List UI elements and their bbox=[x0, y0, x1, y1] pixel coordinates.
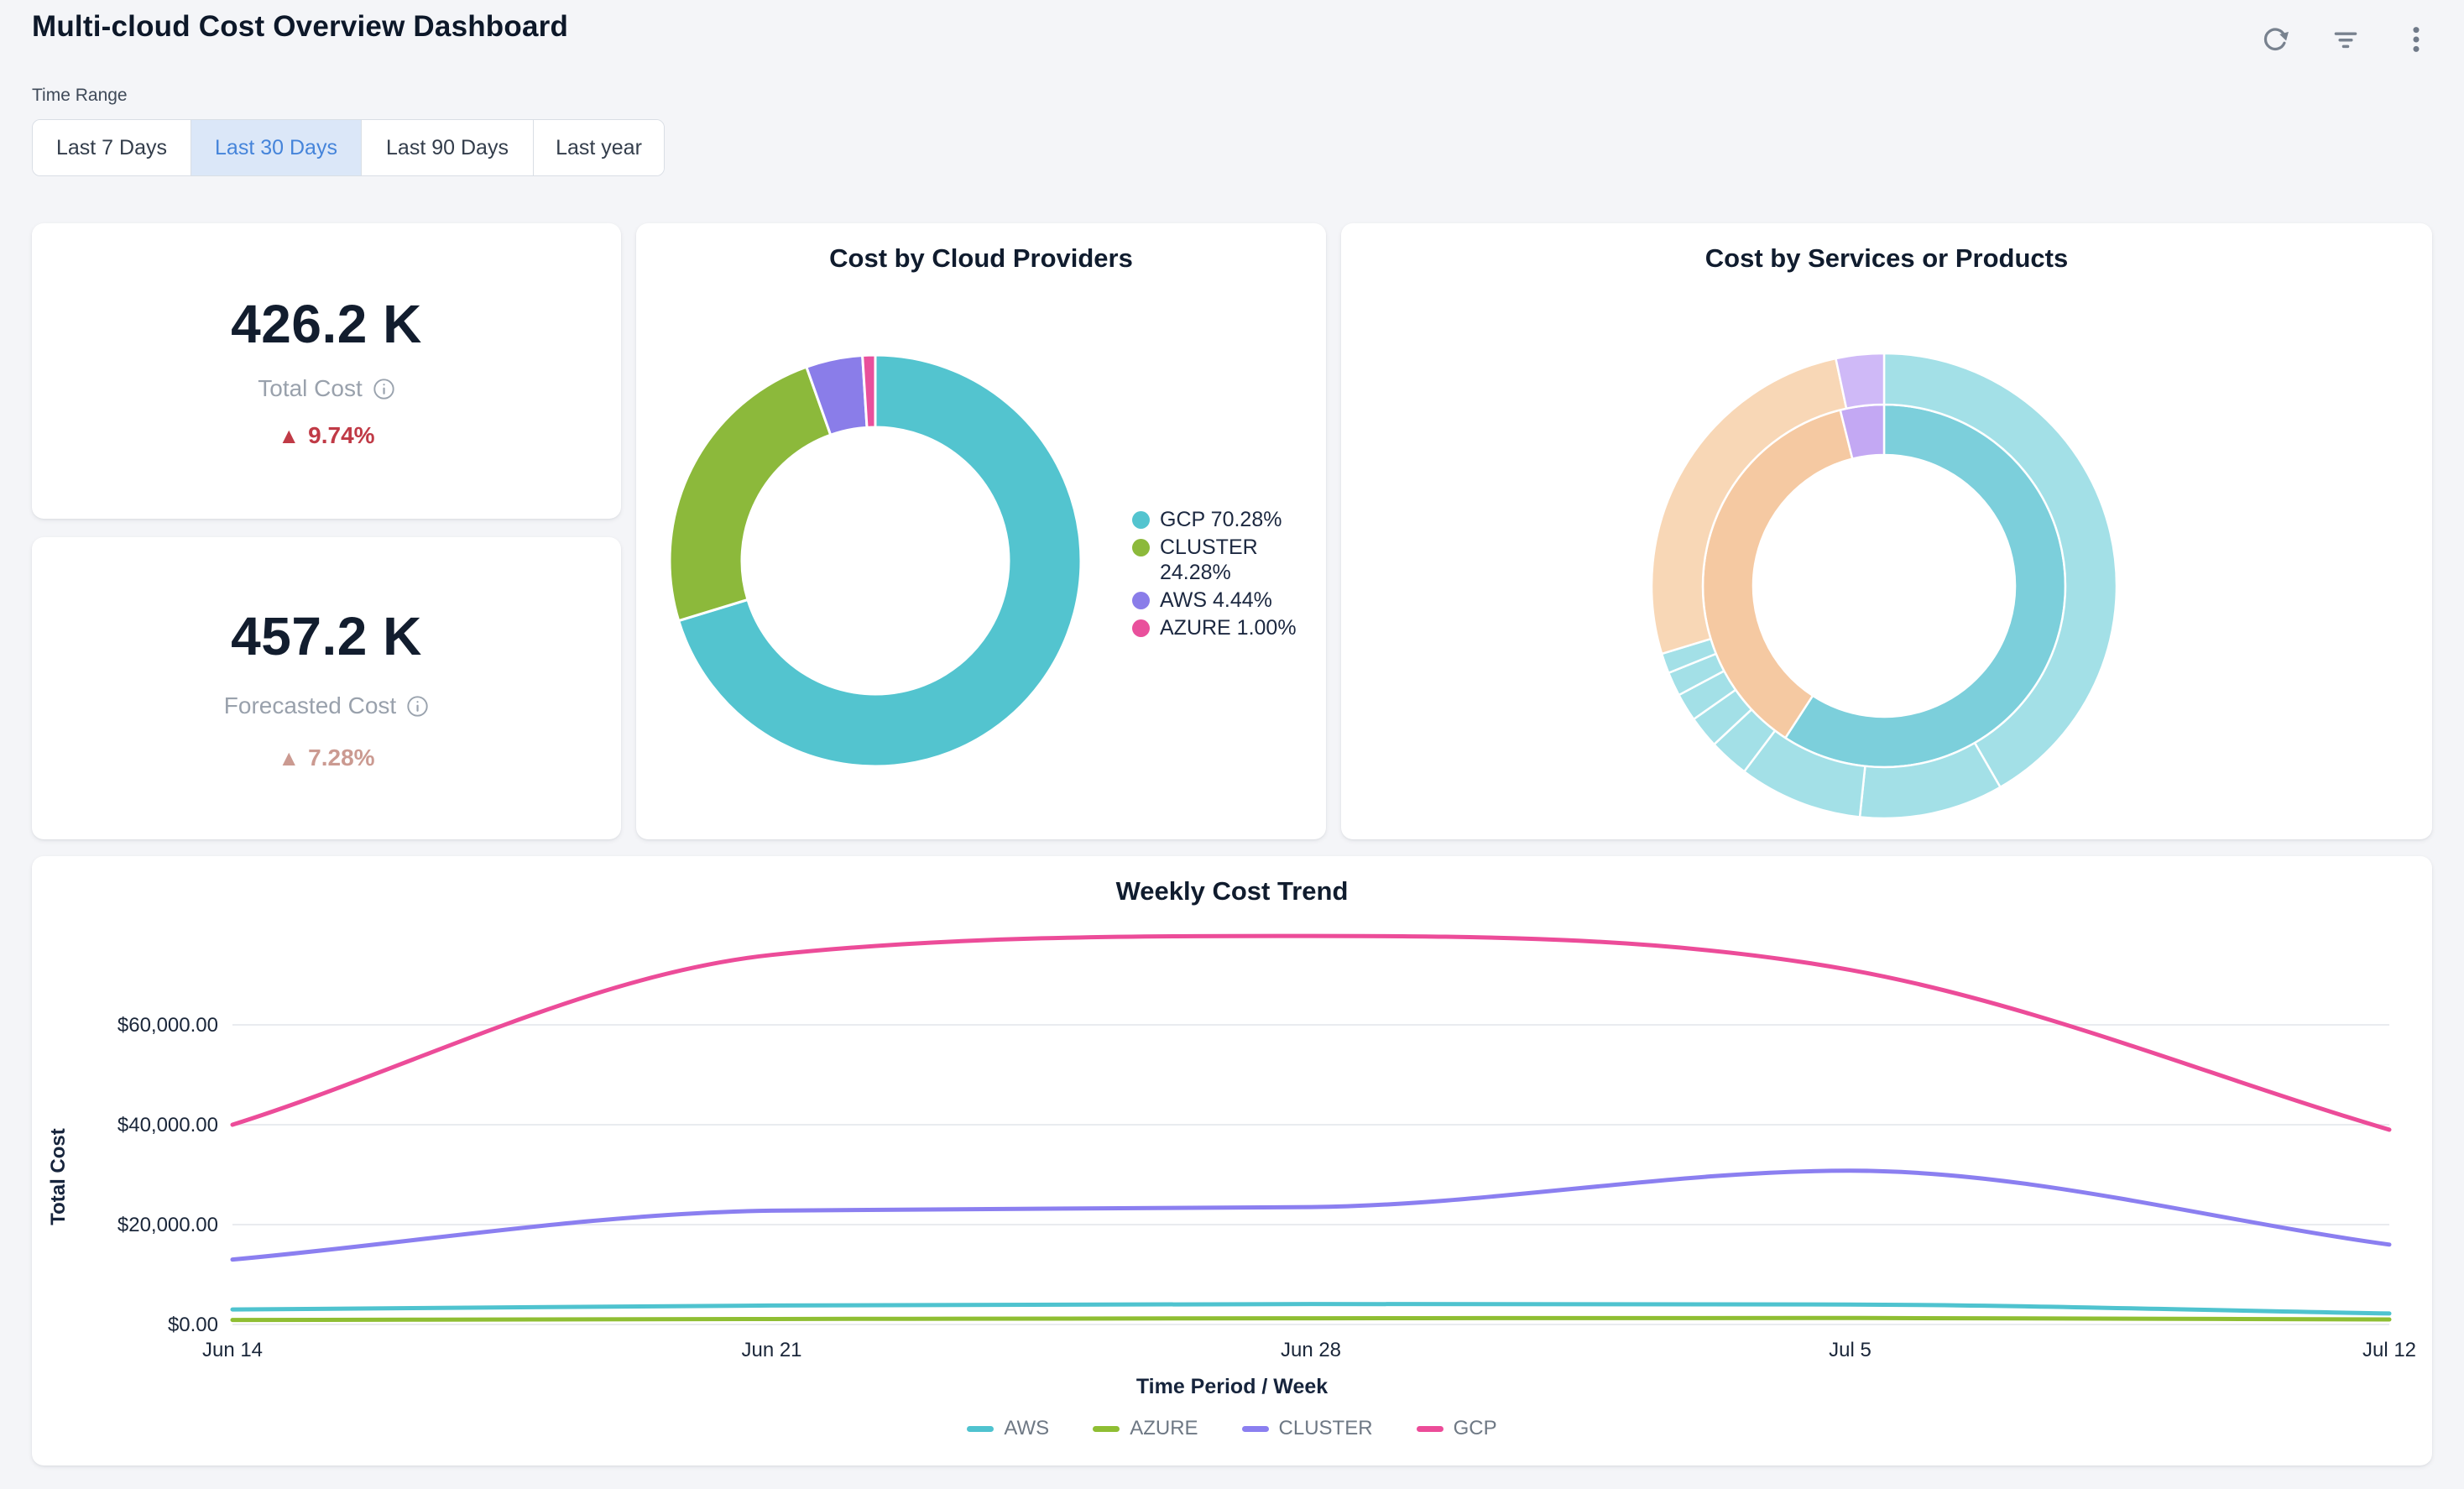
legend-item-aws[interactable]: AWS 4.44% bbox=[1132, 588, 1310, 613]
cost-by-cloud-providers-card: Cost by Cloud Providers GCP 70.28% CLUST… bbox=[636, 223, 1326, 839]
trend-up-icon: ▲ bbox=[278, 423, 300, 449]
time-range-option-last-7-days[interactable]: Last 7 Days bbox=[33, 120, 191, 175]
azure-line-marker bbox=[1093, 1426, 1120, 1432]
filter-icon bbox=[2330, 24, 2362, 55]
time-range-label: Time Range bbox=[32, 86, 128, 106]
time-range-option-last-30-days[interactable]: Last 30 Days bbox=[191, 120, 361, 175]
x-axis-title: Time Period / Week bbox=[32, 1375, 2432, 1399]
weekly-cost-trend-card: Weekly Cost Trend Total Cost $0.00$20,00… bbox=[32, 856, 2432, 1465]
cluster-line-marker bbox=[1242, 1426, 1269, 1432]
aws-legend-dot bbox=[1132, 592, 1150, 609]
legend-item-gcp[interactable]: GCP 70.28% bbox=[1132, 507, 1310, 532]
azure-legend-dot bbox=[1132, 619, 1150, 637]
forecasted-cost-label: Forecasted Cost bbox=[224, 692, 429, 719]
legend-item-azure[interactable]: AZURE 1.00% bbox=[1132, 615, 1310, 640]
svg-text:$20,000.00: $20,000.00 bbox=[117, 1214, 218, 1236]
trend-up-icon: ▲ bbox=[278, 745, 300, 771]
providers-legend: GCP 70.28% CLUSTER 24.28% AWS 4.44% AZUR… bbox=[1132, 507, 1310, 643]
info-icon[interactable] bbox=[373, 378, 395, 400]
trend-legend-item-gcp[interactable]: GCP bbox=[1417, 1417, 1497, 1440]
time-range-option-last-year[interactable]: Last year bbox=[533, 120, 664, 175]
trend-legend-item-azure[interactable]: AZURE bbox=[1093, 1417, 1198, 1440]
svg-text:Jun 28: Jun 28 bbox=[1281, 1339, 1341, 1361]
services-sunburst-chart[interactable] bbox=[1341, 223, 2432, 839]
trend-legend-item-cluster[interactable]: CLUSTER bbox=[1242, 1417, 1373, 1440]
svg-text:$0.00: $0.00 bbox=[168, 1314, 218, 1336]
refresh-icon bbox=[2259, 24, 2291, 55]
gcp-legend-dot bbox=[1132, 511, 1150, 529]
trend-legend-item-aws[interactable]: AWS bbox=[967, 1417, 1049, 1440]
kebab-menu-icon bbox=[2400, 24, 2432, 55]
refresh-button[interactable] bbox=[2258, 22, 2293, 57]
forecasted-cost-card: 457.2 K Forecasted Cost ▲ 7.28% bbox=[32, 537, 621, 839]
svg-text:Jul 12: Jul 12 bbox=[2362, 1339, 2416, 1361]
total-cost-delta: ▲ 9.74% bbox=[278, 422, 374, 449]
svg-text:Jun 21: Jun 21 bbox=[741, 1339, 801, 1361]
forecasted-cost-value: 457.2 K bbox=[231, 605, 422, 667]
total-cost-value: 426.2 K bbox=[231, 293, 422, 355]
svg-text:Jun 14: Jun 14 bbox=[202, 1339, 263, 1361]
filter-button[interactable] bbox=[2328, 22, 2363, 57]
header-actions bbox=[2258, 22, 2434, 57]
total-cost-label: Total Cost bbox=[258, 375, 395, 402]
aws-line-marker bbox=[967, 1426, 994, 1432]
time-range-group: Last 7 Days Last 30 Days Last 90 Days La… bbox=[32, 119, 665, 176]
svg-text:$40,000.00: $40,000.00 bbox=[117, 1114, 218, 1136]
trend-legend: AWS AZURE CLUSTER GCP bbox=[32, 1417, 2432, 1440]
time-range-option-last-90-days[interactable]: Last 90 Days bbox=[361, 120, 533, 175]
more-options-button[interactable] bbox=[2399, 22, 2434, 57]
svg-text:Jul 5: Jul 5 bbox=[1829, 1339, 1871, 1361]
cost-by-services-card: Cost by Services or Products bbox=[1341, 223, 2432, 839]
info-icon[interactable] bbox=[406, 695, 429, 718]
total-cost-card: 426.2 K Total Cost ▲ 9.74% bbox=[32, 223, 621, 519]
svg-text:$60,000.00: $60,000.00 bbox=[117, 1014, 218, 1037]
cluster-legend-dot bbox=[1132, 539, 1150, 556]
page-title: Multi-cloud Cost Overview Dashboard bbox=[32, 10, 568, 44]
legend-item-cluster[interactable]: CLUSTER 24.28% bbox=[1132, 535, 1310, 585]
forecasted-cost-delta: ▲ 7.28% bbox=[278, 744, 374, 771]
gcp-line-marker bbox=[1417, 1426, 1443, 1432]
